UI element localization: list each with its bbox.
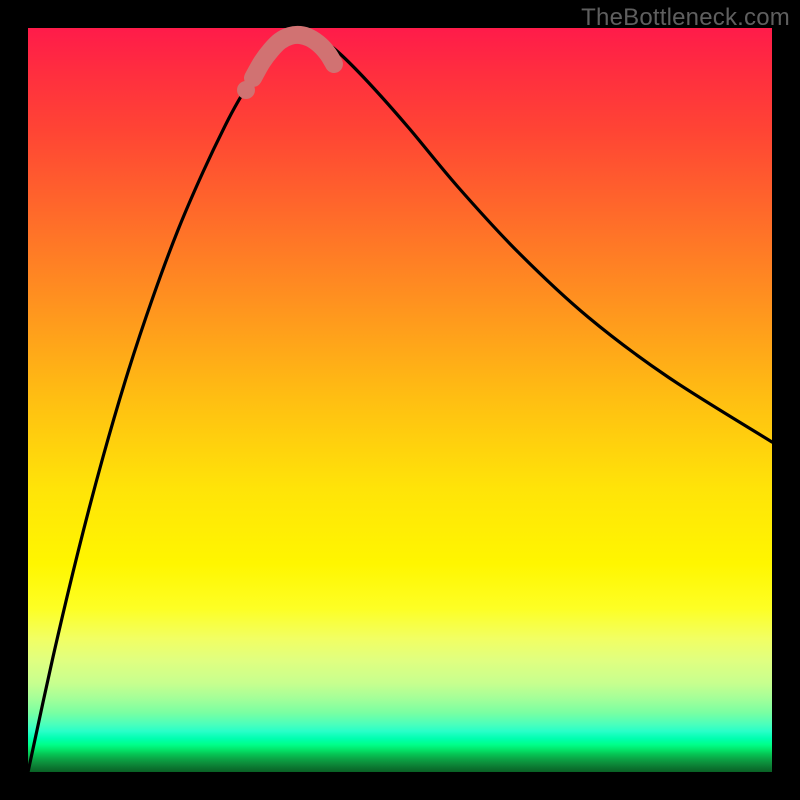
- bottleneck-curve-left: [28, 35, 290, 772]
- accent-arc: [253, 35, 334, 78]
- bottleneck-curve-right: [290, 35, 772, 442]
- accent-dot: [237, 81, 255, 99]
- curve-plot: [28, 28, 772, 772]
